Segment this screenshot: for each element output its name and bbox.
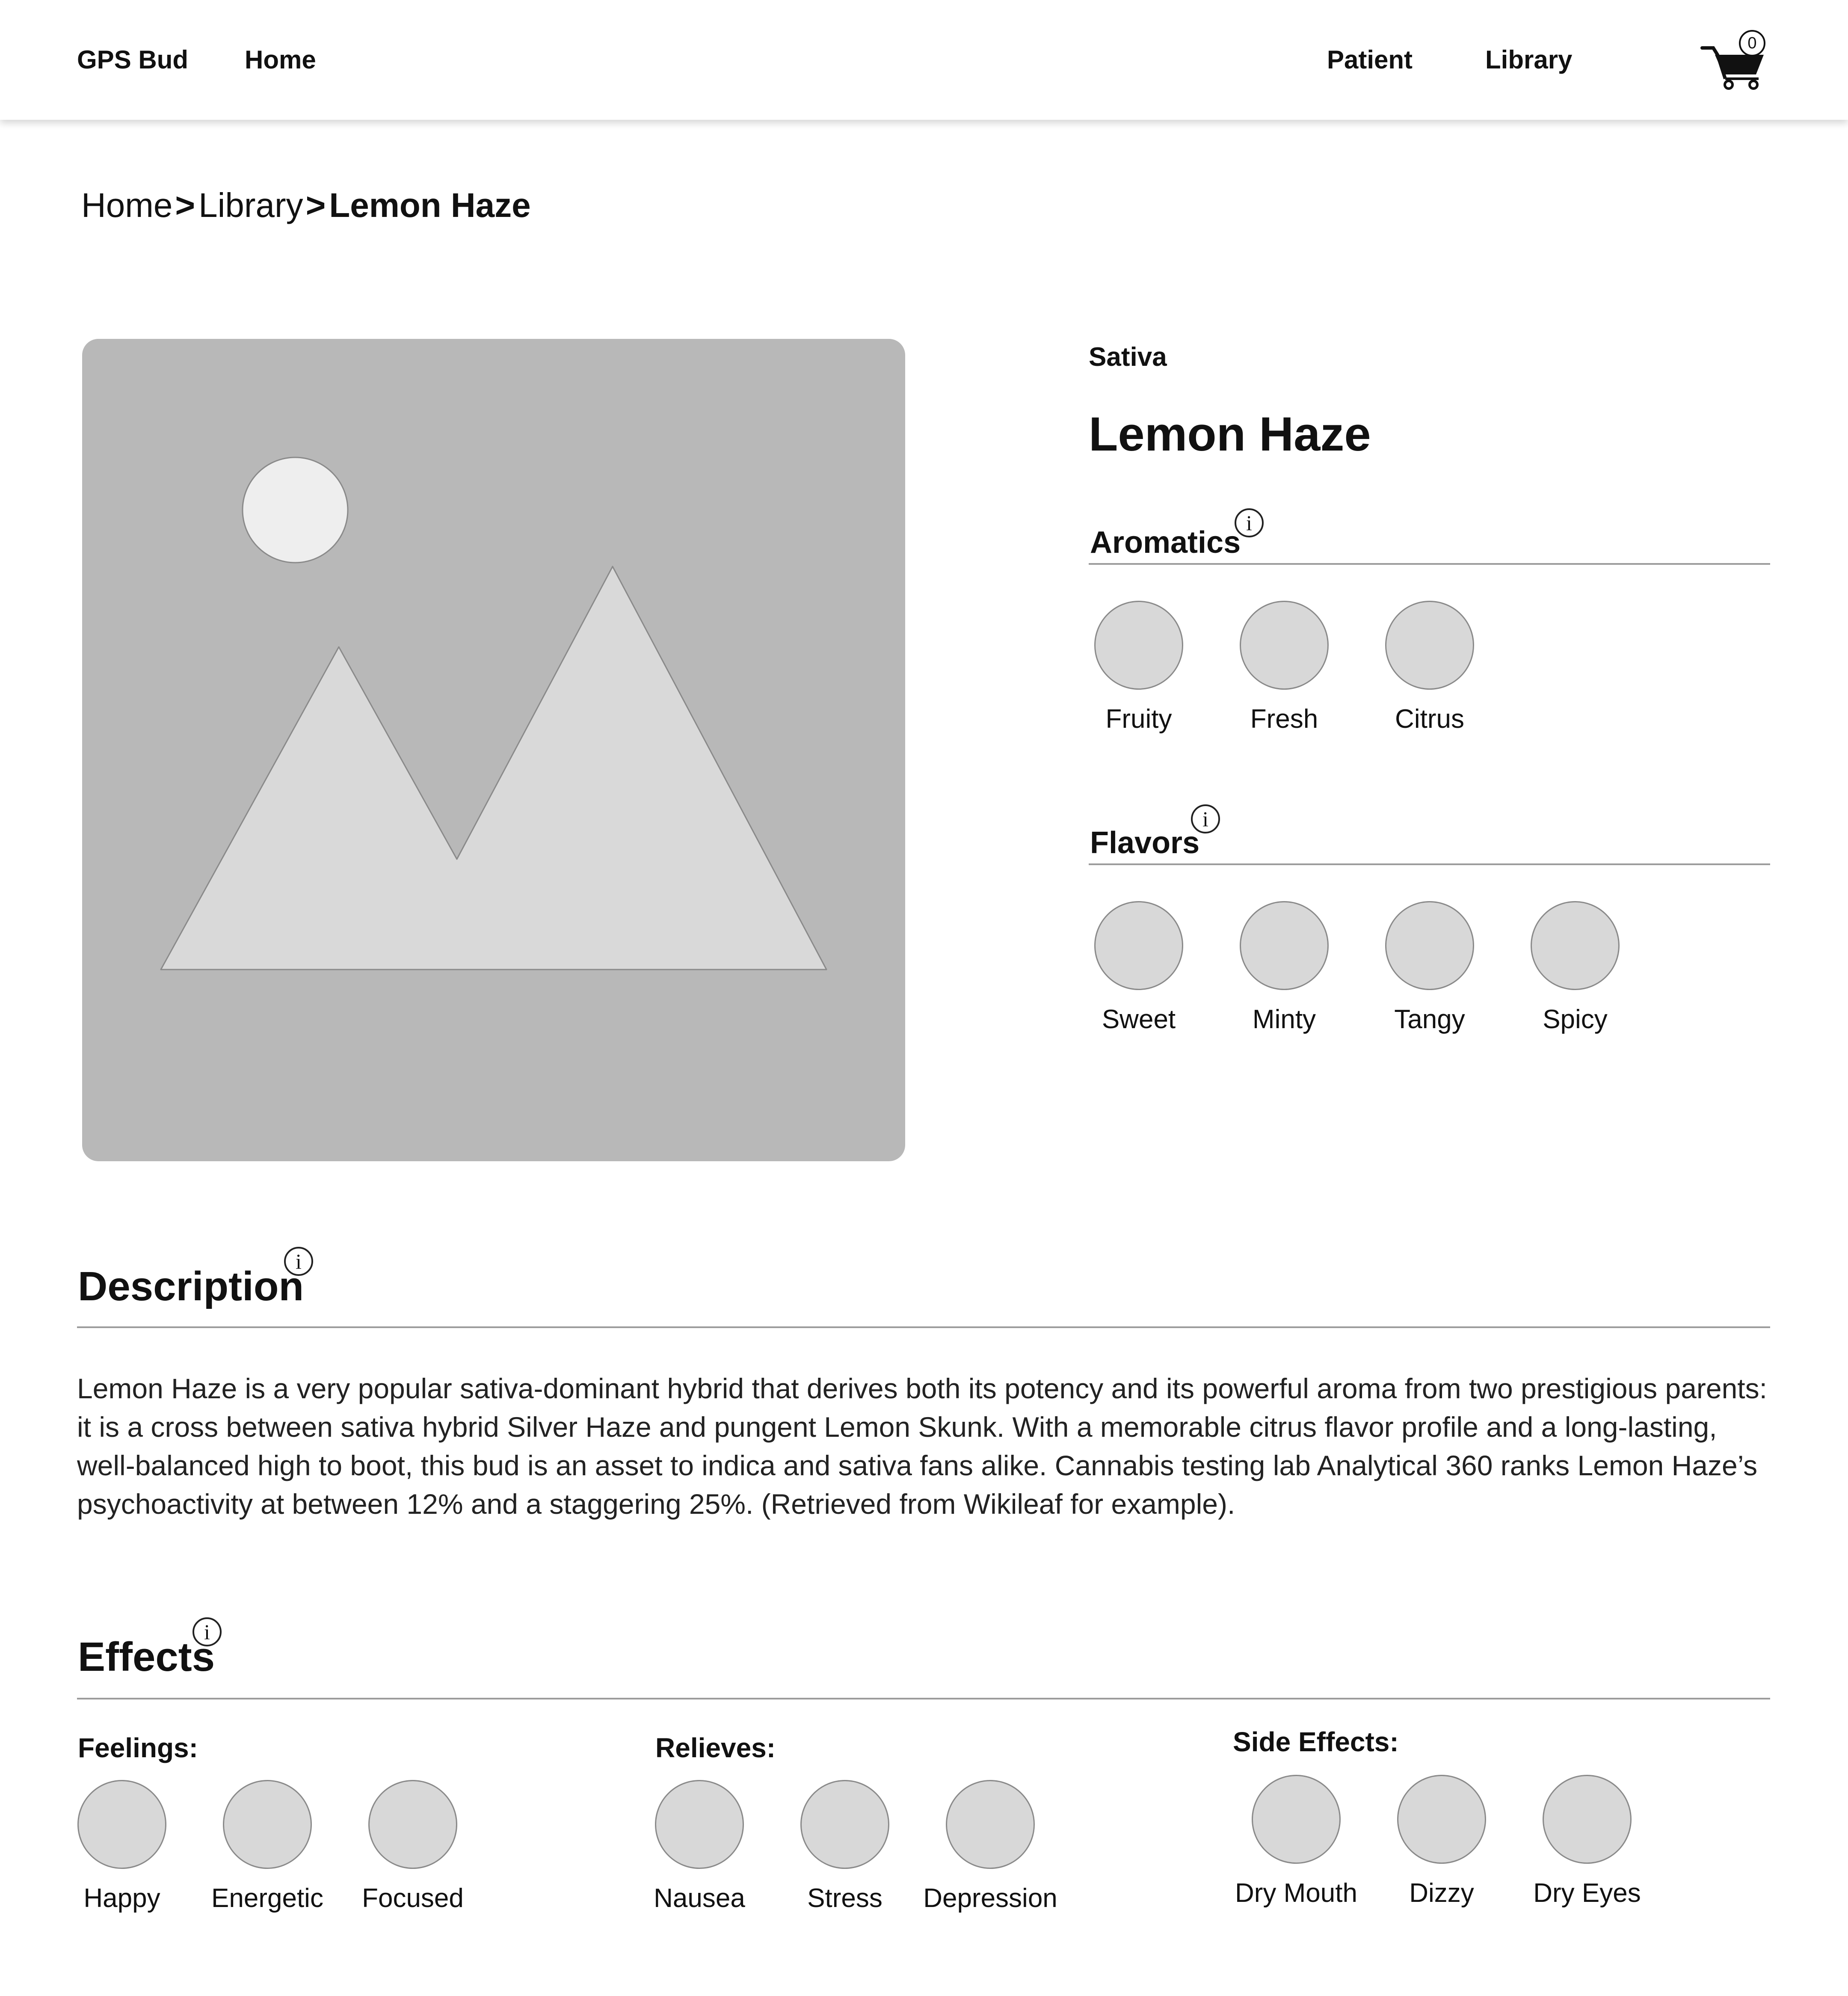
cart-count-badge: 0 xyxy=(1739,30,1765,56)
flavor-chip-icon xyxy=(1094,901,1183,990)
aromatic-chip-icon xyxy=(1385,601,1474,690)
side-effect-chip-label: Dry Mouth xyxy=(1235,1878,1357,1908)
relief-chip-label: Nausea xyxy=(654,1883,745,1913)
aromatic-chip-icon xyxy=(1094,601,1183,690)
flavor-chip-label: Minty xyxy=(1252,1005,1316,1034)
breadcrumb-separator: > xyxy=(175,186,195,224)
flavors-divider xyxy=(1089,863,1770,865)
relief-chip-label: Depression xyxy=(923,1883,1057,1913)
relief-chip-label: Stress xyxy=(807,1883,883,1913)
relieves-title: Relieves: xyxy=(655,1732,776,1763)
aromatic-chip-label: Fruity xyxy=(1105,704,1172,734)
side-effect-chip-icon xyxy=(1397,1775,1486,1864)
side-effect-chip[interactable]: Dizzy xyxy=(1369,1775,1514,1908)
feeling-chip-label: Focused xyxy=(362,1883,464,1913)
breadcrumb-home[interactable]: Home xyxy=(81,186,172,224)
flavors-title: Flavors xyxy=(1090,826,1200,860)
strain-name: Lemon Haze xyxy=(1089,407,1371,461)
flavor-chip-label: Sweet xyxy=(1102,1005,1176,1034)
relief-chip-icon xyxy=(946,1780,1035,1869)
feeling-chip-label: Happy xyxy=(83,1883,160,1913)
relief-chip[interactable]: Depression xyxy=(918,1780,1063,1913)
flavor-chip[interactable]: Spicy xyxy=(1502,901,1648,1035)
aromatics-info-icon[interactable]: i xyxy=(1235,508,1264,537)
feeling-chip-icon xyxy=(368,1780,457,1869)
aromatics-title: Aromatics xyxy=(1090,525,1241,560)
feeling-chip[interactable]: Happy xyxy=(49,1780,195,1913)
nav-home-link[interactable]: Home xyxy=(245,43,316,77)
side-effect-chip[interactable]: Dry Eyes xyxy=(1514,1775,1660,1908)
relief-chip-icon xyxy=(800,1780,889,1869)
side-effect-chip-icon xyxy=(1543,1775,1632,1864)
flavor-chip[interactable]: Tangy xyxy=(1357,901,1502,1035)
feeling-chip-icon xyxy=(223,1780,312,1869)
feeling-chip[interactable]: Focused xyxy=(340,1780,486,1913)
relief-chip-icon xyxy=(655,1780,744,1869)
flavor-chip-icon xyxy=(1240,901,1329,990)
breadcrumb-separator: > xyxy=(305,186,326,224)
flavor-chip[interactable]: Sweet xyxy=(1066,901,1211,1035)
aromatic-chip-label: Fresh xyxy=(1250,704,1318,734)
strain-type: Sativa xyxy=(1089,342,1167,372)
description-text: Lemon Haze is a very popular sativa-domi… xyxy=(77,1373,1767,1520)
side-effect-chip-label: Dry Eyes xyxy=(1533,1878,1641,1908)
side-effects-title: Side Effects: xyxy=(1233,1726,1399,1757)
side-effect-chip[interactable]: Dry Mouth xyxy=(1223,1775,1369,1908)
relief-chip[interactable]: Nausea xyxy=(627,1780,772,1913)
brand-logo[interactable]: GPS Bud xyxy=(77,43,188,77)
nav-library-link[interactable]: Library xyxy=(1485,43,1572,77)
aromatics-divider xyxy=(1089,563,1770,565)
feeling-chip-label: Energetic xyxy=(211,1883,323,1913)
breadcrumb-library[interactable]: Library xyxy=(198,186,303,224)
description-info-icon[interactable]: i xyxy=(284,1247,313,1276)
breadcrumb: Home> Library> Lemon Haze xyxy=(81,184,531,227)
relief-chip[interactable]: Stress xyxy=(772,1780,918,1913)
feeling-chip-icon xyxy=(77,1780,166,1869)
image-placeholder-icon xyxy=(160,457,827,970)
cart-button[interactable]: 0 xyxy=(1700,30,1769,91)
flavor-chip-label: Spicy xyxy=(1543,1005,1608,1034)
effects-info-icon[interactable]: i xyxy=(192,1617,222,1646)
strain-image-placeholder xyxy=(82,339,905,1161)
top-nav-bar: GPS Bud Home Patient Library 0 xyxy=(0,0,1848,120)
description-divider xyxy=(77,1326,1770,1328)
feelings-title: Feelings: xyxy=(78,1732,198,1763)
aromatic-chip-label: Citrus xyxy=(1395,704,1464,734)
effects-title: Effects xyxy=(78,1634,215,1680)
flavor-chip-label: Tangy xyxy=(1394,1005,1465,1034)
flavor-chip-icon xyxy=(1531,901,1620,990)
description-title: Description xyxy=(78,1263,304,1309)
feeling-chip[interactable]: Energetic xyxy=(195,1780,340,1913)
aromatic-chip-icon xyxy=(1240,601,1329,690)
aromatic-chip[interactable]: Fruity xyxy=(1066,601,1211,734)
flavor-chip-icon xyxy=(1385,901,1474,990)
effects-divider xyxy=(77,1698,1770,1699)
side-effect-chip-label: Dizzy xyxy=(1409,1878,1474,1908)
side-effect-chip-icon xyxy=(1252,1775,1341,1864)
flavors-info-icon[interactable]: i xyxy=(1191,804,1220,833)
breadcrumb-current: Lemon Haze xyxy=(329,186,531,224)
flavor-chip[interactable]: Minty xyxy=(1211,901,1357,1035)
aromatic-chip[interactable]: Citrus xyxy=(1357,601,1502,734)
nav-patient-link[interactable]: Patient xyxy=(1327,43,1413,77)
aromatic-chip[interactable]: Fresh xyxy=(1211,601,1357,734)
